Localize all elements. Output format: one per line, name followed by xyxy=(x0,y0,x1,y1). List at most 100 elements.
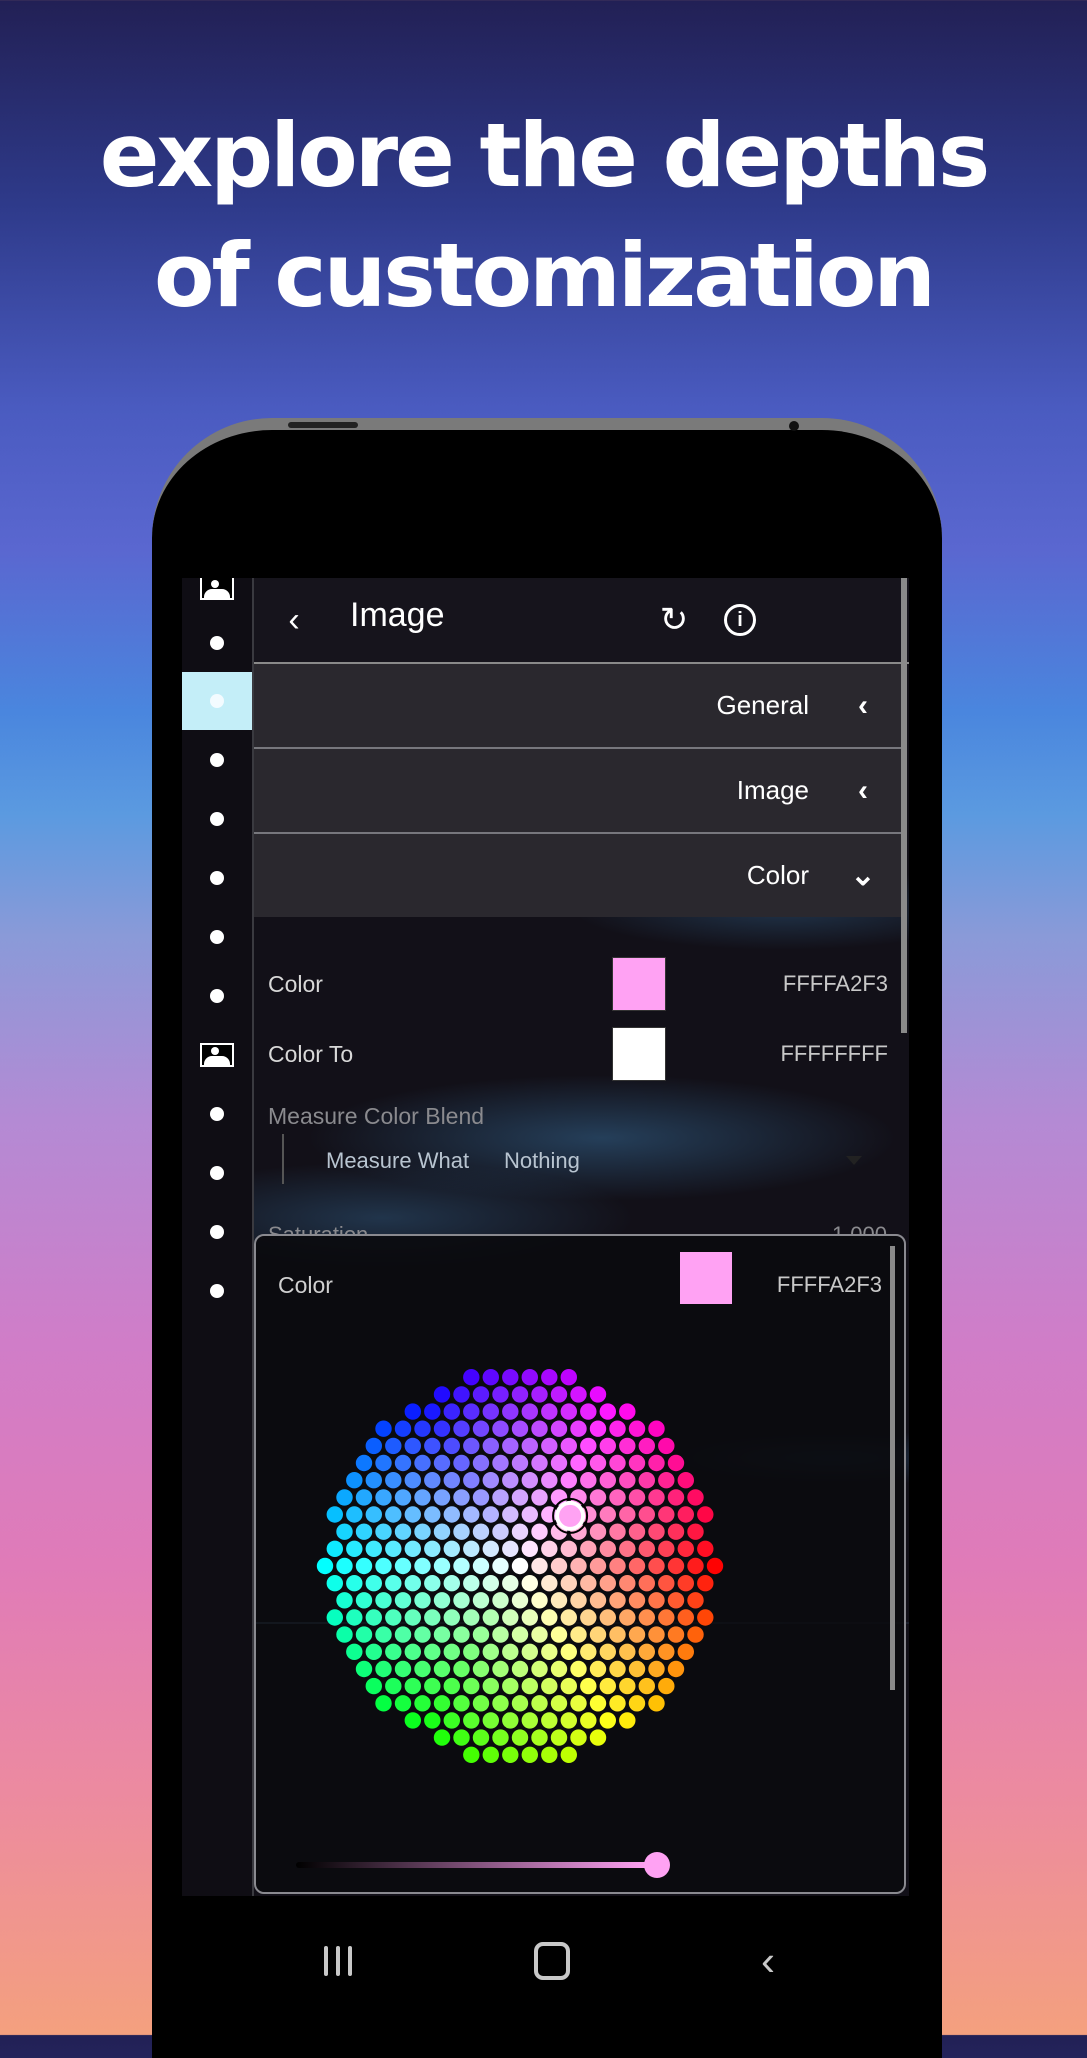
color-dot[interactable] xyxy=(453,1729,470,1746)
color-dot[interactable] xyxy=(687,1557,704,1575)
color-dot[interactable] xyxy=(502,1369,519,1386)
sidebar-item-7[interactable] xyxy=(182,966,252,1026)
color-dot[interactable] xyxy=(463,1540,480,1557)
color-dot[interactable] xyxy=(619,1609,636,1626)
color-dot[interactable] xyxy=(589,1695,607,1712)
color-dot[interactable] xyxy=(404,1712,421,1729)
color-dot[interactable] xyxy=(463,1746,480,1763)
color-dot[interactable] xyxy=(570,1592,587,1609)
color-dot[interactable] xyxy=(531,1420,548,1437)
sidebar-item-11[interactable] xyxy=(182,1202,252,1262)
color-dot[interactable] xyxy=(404,1472,421,1489)
color-dot[interactable] xyxy=(453,1660,470,1678)
color-dot[interactable] xyxy=(521,1540,538,1557)
color-dot[interactable] xyxy=(580,1403,597,1420)
color-dot[interactable] xyxy=(541,1677,558,1695)
color-dot[interactable] xyxy=(424,1712,441,1729)
color-dot[interactable] xyxy=(375,1695,392,1712)
color-dot[interactable] xyxy=(628,1489,646,1506)
color-dot[interactable] xyxy=(599,1677,616,1695)
color-dot[interactable] xyxy=(385,1540,402,1557)
color-dot[interactable] xyxy=(521,1506,538,1523)
color-dot[interactable] xyxy=(424,1677,441,1695)
color-dot[interactable] xyxy=(580,1609,597,1626)
color-dot[interactable] xyxy=(550,1729,568,1746)
color-dot[interactable] xyxy=(482,1369,499,1386)
color-dot[interactable] xyxy=(453,1592,470,1609)
color-dot[interactable] xyxy=(531,1489,548,1506)
color-dot[interactable] xyxy=(628,1626,646,1643)
color-dot[interactable] xyxy=(472,1523,490,1540)
color-dot[interactable] xyxy=(570,1386,587,1403)
color-dot[interactable] xyxy=(492,1695,509,1712)
color-dot[interactable] xyxy=(628,1695,646,1712)
color-dot[interactable] xyxy=(531,1695,548,1712)
color-dot[interactable] xyxy=(589,1660,607,1678)
color-dot[interactable] xyxy=(697,1540,714,1557)
color-dot[interactable] xyxy=(346,1540,363,1557)
color-dot[interactable] xyxy=(385,1575,402,1592)
color-dot[interactable] xyxy=(346,1609,363,1626)
color-dot[interactable] xyxy=(648,1454,665,1472)
color-dot[interactable] xyxy=(648,1660,665,1678)
color-dot[interactable] xyxy=(658,1575,675,1592)
color-dot[interactable] xyxy=(385,1609,402,1626)
color-dot[interactable] xyxy=(404,1677,421,1695)
color-dot[interactable] xyxy=(619,1677,636,1695)
color-swatch[interactable] xyxy=(612,957,666,1011)
color-dot[interactable] xyxy=(502,1575,519,1592)
color-dot[interactable] xyxy=(521,1609,538,1626)
color-dot[interactable] xyxy=(365,1575,382,1592)
color-dot[interactable] xyxy=(580,1540,597,1557)
color-dot[interactable] xyxy=(394,1420,412,1437)
color-dot[interactable] xyxy=(375,1420,392,1437)
color-dot[interactable] xyxy=(375,1660,392,1678)
color-dot[interactable] xyxy=(531,1660,548,1678)
color-dot[interactable] xyxy=(638,1643,655,1660)
sidebar-item-6[interactable] xyxy=(182,907,252,967)
color-dot[interactable] xyxy=(394,1695,412,1712)
color-dot[interactable] xyxy=(316,1557,334,1575)
color-dot[interactable] xyxy=(433,1592,451,1609)
color-dot[interactable] xyxy=(589,1626,607,1643)
color-dot[interactable] xyxy=(687,1523,704,1540)
color-dot[interactable] xyxy=(648,1420,665,1437)
color-dot[interactable] xyxy=(482,1403,499,1420)
color-dot[interactable] xyxy=(658,1677,675,1695)
color-dot[interactable] xyxy=(443,1540,460,1557)
color-dot[interactable] xyxy=(667,1592,685,1609)
color-dot[interactable] xyxy=(375,1523,392,1540)
color-dot[interactable] xyxy=(521,1437,538,1455)
color-dot[interactable] xyxy=(414,1660,431,1678)
measure-what-dropdown[interactable]: Nothing xyxy=(504,1148,580,1174)
color-dot[interactable] xyxy=(492,1660,509,1678)
color-dot[interactable] xyxy=(677,1506,694,1523)
color-dot[interactable] xyxy=(443,1575,460,1592)
color-dot[interactable] xyxy=(531,1557,548,1575)
color-dot[interactable] xyxy=(511,1592,529,1609)
color-dot[interactable] xyxy=(560,1403,577,1420)
color-dot[interactable] xyxy=(667,1626,685,1643)
color-dot[interactable] xyxy=(355,1454,373,1472)
color-dot[interactable] xyxy=(658,1506,675,1523)
color-dot[interactable] xyxy=(560,1369,577,1386)
color-dot[interactable] xyxy=(599,1609,616,1626)
color-dot[interactable] xyxy=(560,1540,577,1557)
color-dot[interactable] xyxy=(667,1454,685,1472)
color-dot[interactable] xyxy=(326,1609,343,1626)
color-dot[interactable] xyxy=(638,1609,655,1626)
color-dot[interactable] xyxy=(560,1712,577,1729)
color-dot[interactable] xyxy=(638,1575,655,1592)
color-dot[interactable] xyxy=(570,1557,587,1575)
color-dot[interactable] xyxy=(589,1523,607,1540)
section-color[interactable]: Color ⌄ xyxy=(254,834,901,917)
color-dot[interactable] xyxy=(541,1369,558,1386)
color-dot[interactable] xyxy=(511,1489,529,1506)
color-dot[interactable] xyxy=(541,1575,558,1592)
color-dot[interactable] xyxy=(433,1420,451,1437)
color-dot[interactable] xyxy=(619,1540,636,1557)
color-dot[interactable] xyxy=(638,1506,655,1523)
color-dot[interactable] xyxy=(550,1386,568,1403)
color-dot[interactable] xyxy=(433,1489,451,1506)
color-dot[interactable] xyxy=(472,1695,490,1712)
